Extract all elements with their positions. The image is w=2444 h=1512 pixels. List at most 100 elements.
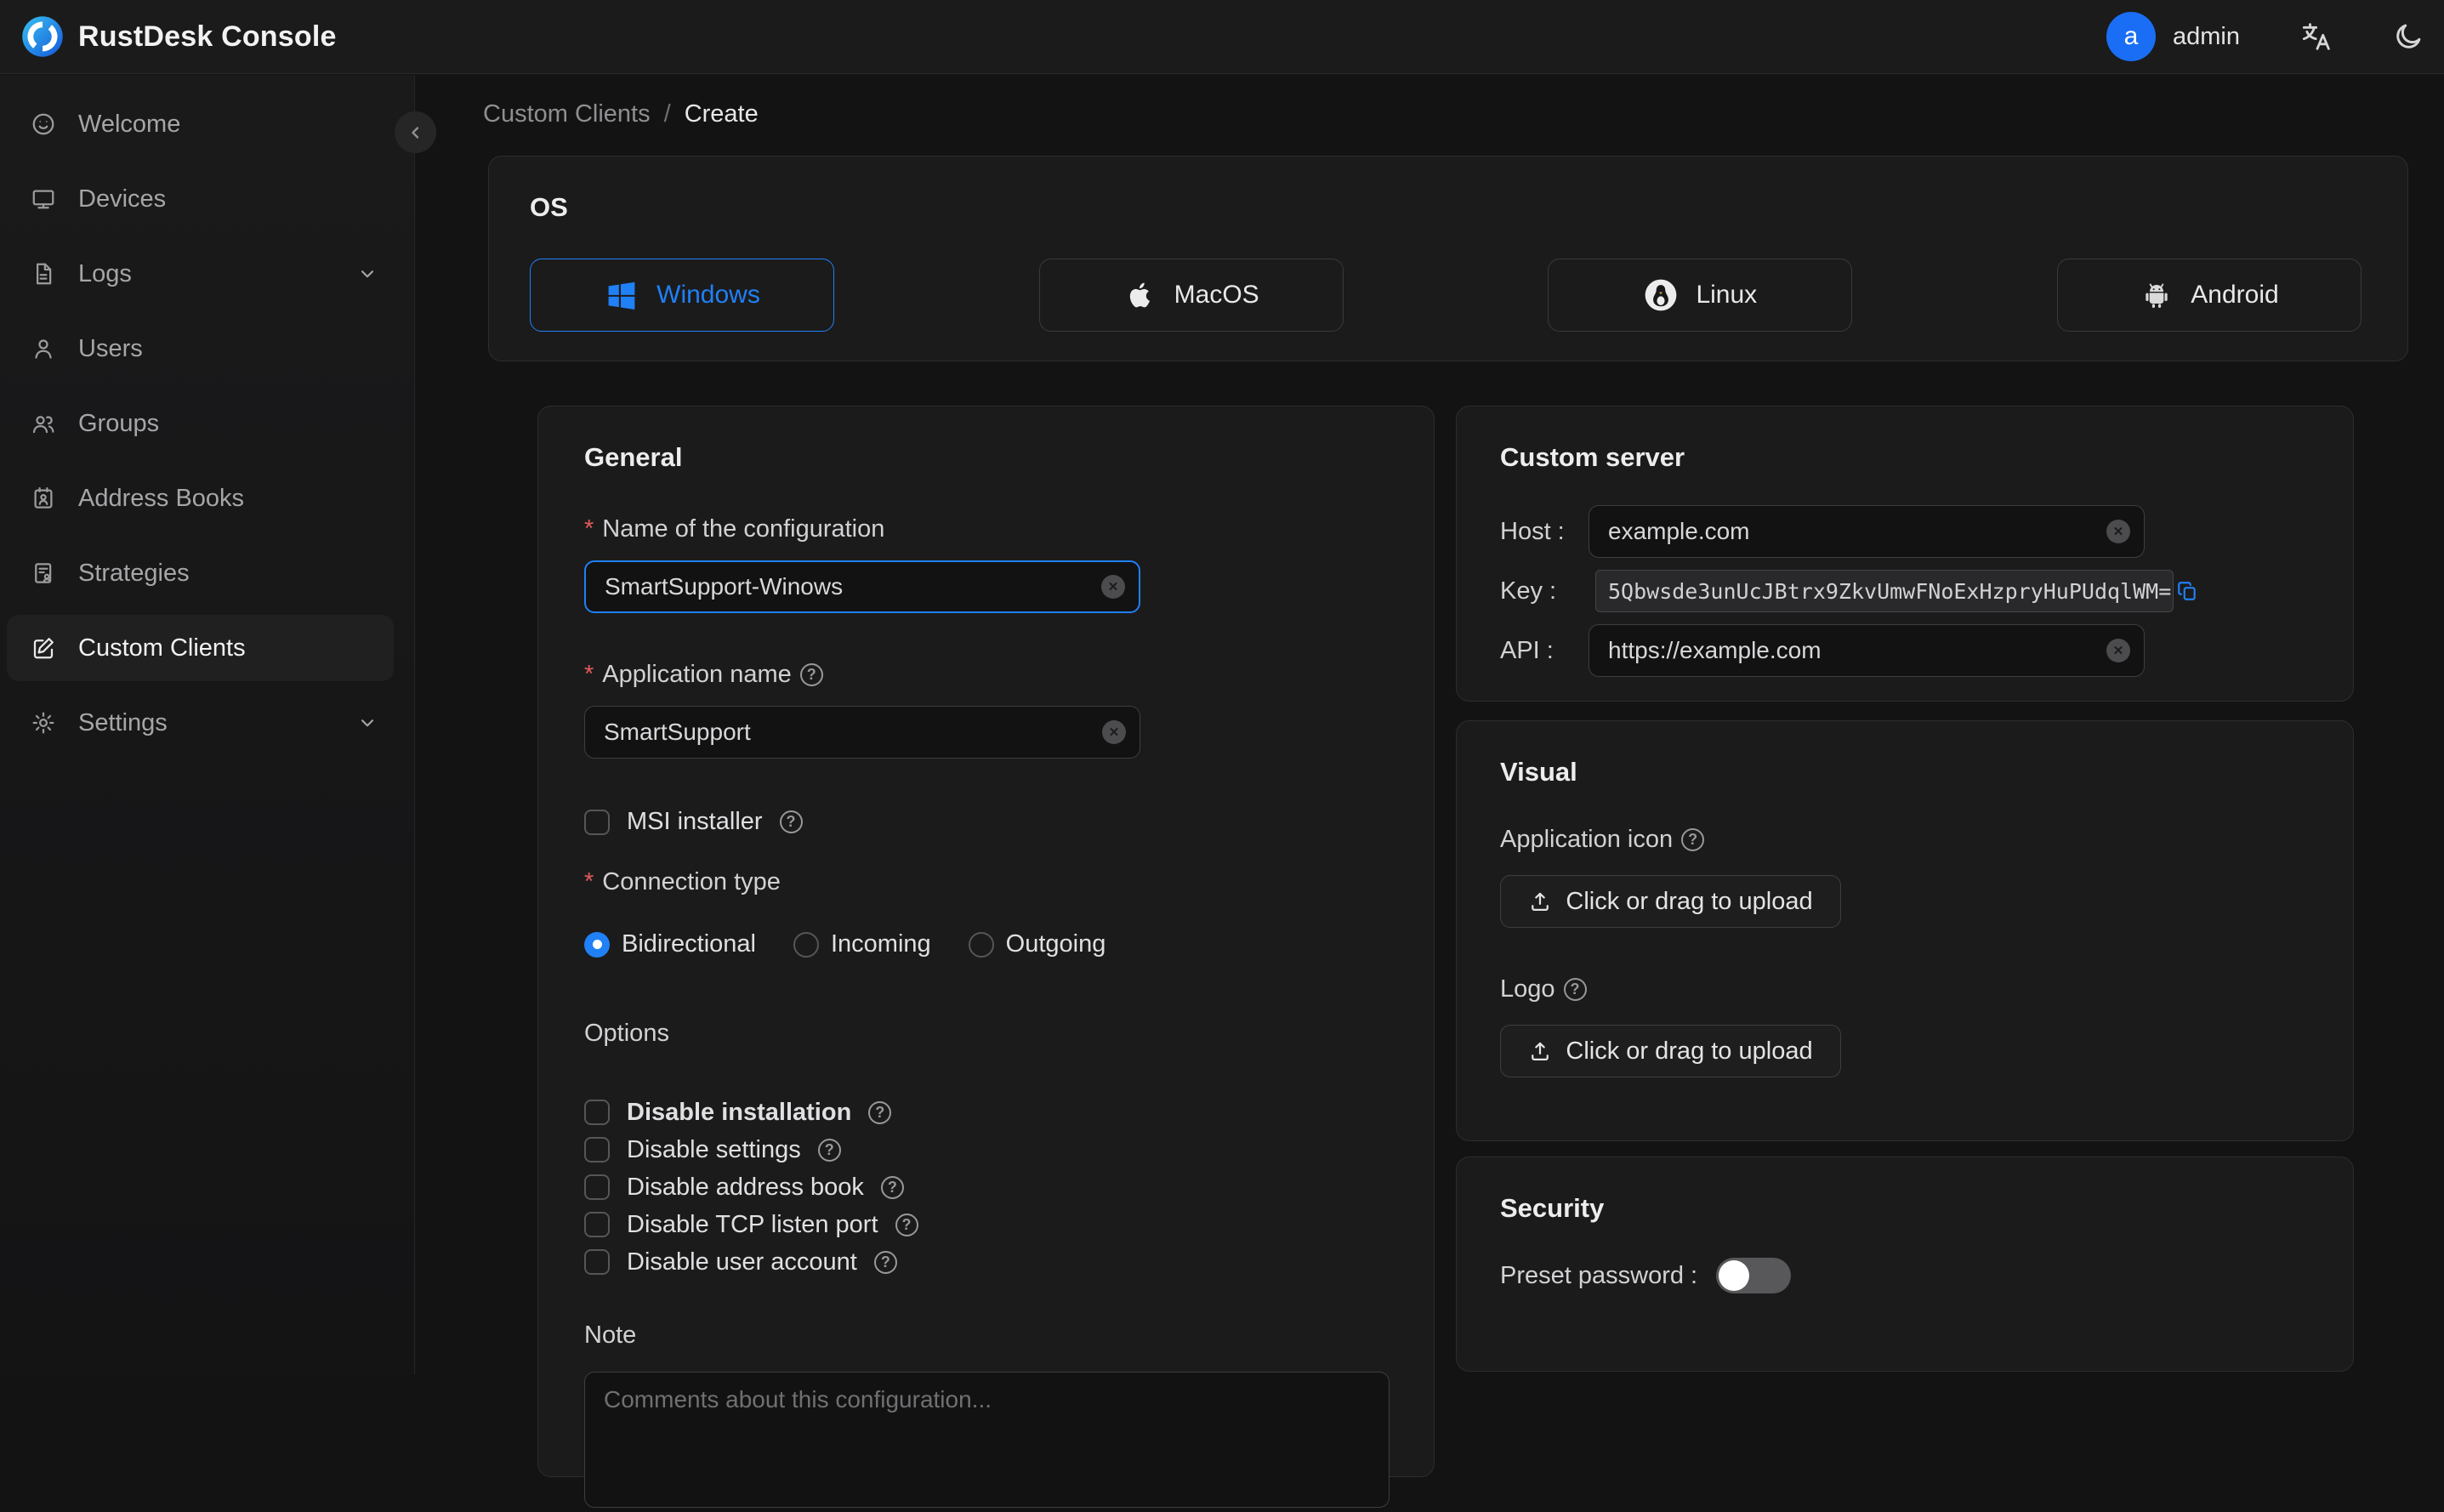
brand: RustDesk Console: [20, 14, 337, 59]
visual-card: Visual Application icon ? Click or drag …: [1456, 720, 2354, 1141]
api-row: API : ✕: [1500, 624, 2310, 677]
app-name-input[interactable]: [585, 707, 1140, 758]
edit-square-icon: [31, 635, 56, 661]
general-card-title: General: [584, 442, 683, 472]
help-icon[interactable]: ?: [868, 1100, 892, 1124]
sidebar-item-address-books[interactable]: Address Books: [7, 465, 394, 531]
smiley-icon: [31, 111, 56, 137]
general-card: General * Name of the configuration ✕ * …: [537, 406, 1435, 1508]
sidebar: Welcome Devices Logs Users Groups Addres…: [0, 75, 415, 1374]
sidebar-collapse-button[interactable]: [395, 111, 436, 153]
os-button-macos[interactable]: MacOS: [1038, 259, 1344, 332]
note-textarea[interactable]: [584, 1372, 1390, 1508]
option-disable-tcp-listen-port: Disable TCP listen port ?: [584, 1206, 1388, 1243]
msi-installer-row: MSI installer ?: [584, 808, 1388, 836]
radio-label[interactable]: Outgoing: [1006, 930, 1106, 958]
connection-type-options: Bidirectional Incoming Outgoing: [584, 930, 1388, 958]
sidebar-item-label: Welcome: [78, 110, 181, 138]
host-label: Host :: [1500, 517, 1565, 545]
connection-type-label: * Connection type: [584, 868, 781, 895]
logo-upload-button[interactable]: Click or drag to upload: [1500, 1025, 1841, 1077]
preset-password-label: Preset password :: [1500, 1261, 1698, 1289]
option-label: Disable TCP listen port: [627, 1210, 878, 1238]
help-icon[interactable]: ?: [895, 1213, 918, 1236]
upload-button-label: Click or drag to upload: [1566, 1037, 1813, 1065]
sidebar-item-users[interactable]: Users: [7, 315, 394, 382]
api-input[interactable]: [1589, 625, 2144, 676]
os-card: OS Windows MacOS Linux Android: [488, 156, 2408, 361]
clear-icon[interactable]: ✕: [2106, 520, 2130, 543]
help-icon[interactable]: ?: [1563, 978, 1587, 1001]
os-button-windows[interactable]: Windows: [530, 259, 834, 332]
required-marker: *: [584, 515, 594, 543]
sidebar-item-label: Settings: [78, 708, 168, 736]
chevron-down-icon[interactable]: [356, 712, 378, 734]
topbar: RustDesk Console a admin: [0, 0, 2444, 74]
host-input-wrap: ✕: [1589, 505, 2145, 558]
option-disable-address-book: Disable address book ?: [584, 1168, 1388, 1206]
upload-icon: [1528, 890, 1552, 913]
clear-icon[interactable]: ✕: [1101, 575, 1125, 599]
sidebar-item-strategies[interactable]: Strategies: [7, 540, 394, 606]
help-icon[interactable]: ?: [779, 810, 803, 833]
copy-icon[interactable]: [2176, 580, 2198, 602]
radio-bidirectional[interactable]: [584, 931, 610, 958]
user-avatar[interactable]: a: [2106, 12, 2156, 61]
app-title: RustDesk Console: [78, 20, 337, 53]
os-button-label: Linux: [1696, 281, 1758, 309]
visual-card-title: Visual: [1500, 757, 1577, 787]
upload-button-label: Click or drag to upload: [1566, 887, 1813, 915]
disable-tcp-listen-port-checkbox[interactable]: [584, 1212, 610, 1237]
breadcrumb-separator: /: [663, 100, 671, 128]
config-name-input[interactable]: [586, 562, 1139, 611]
disable-user-account-checkbox[interactable]: [584, 1249, 610, 1275]
gear-icon: [31, 710, 56, 736]
help-icon[interactable]: ?: [873, 1250, 897, 1274]
sidebar-item-label: Custom Clients: [78, 634, 246, 662]
avatar-letter: a: [2123, 22, 2139, 50]
os-button-label: MacOS: [1174, 281, 1259, 309]
os-button-android[interactable]: Android: [2056, 259, 2362, 332]
help-icon[interactable]: ?: [1681, 828, 1705, 851]
dark-mode-moon-icon[interactable]: [2393, 21, 2424, 52]
sidebar-item-welcome[interactable]: Welcome: [7, 91, 394, 157]
language-icon[interactable]: [2299, 20, 2333, 54]
option-disable-user-account: Disable user account ?: [584, 1243, 1388, 1281]
chevron-down-icon[interactable]: [356, 263, 378, 285]
disable-installation-checkbox[interactable]: [584, 1100, 610, 1125]
sidebar-item-logs[interactable]: Logs: [7, 241, 394, 307]
help-icon[interactable]: ?: [817, 1138, 841, 1162]
preset-password-toggle[interactable]: [1716, 1258, 1792, 1293]
radio-incoming[interactable]: [793, 931, 819, 958]
help-icon[interactable]: ?: [799, 663, 823, 686]
options-list: Disable installation ? Disable settings …: [584, 1094, 1388, 1281]
chevron-left-icon: [406, 122, 426, 143]
security-card: Security Preset password :: [1456, 1157, 2354, 1372]
custom-server-card: Custom server Host : ✕ Key : 5Qbwsde3unU…: [1456, 406, 2354, 702]
sidebar-item-settings[interactable]: Settings: [7, 690, 394, 756]
os-button-linux[interactable]: Linux: [1548, 259, 1853, 332]
radio-label[interactable]: Bidirectional: [622, 930, 756, 958]
application-icon-upload-button[interactable]: Click or drag to upload: [1500, 875, 1841, 928]
app-name-input-wrap: ✕: [584, 706, 1140, 759]
breadcrumb-parent[interactable]: Custom Clients: [483, 100, 651, 128]
clear-icon[interactable]: ✕: [2106, 639, 2130, 662]
monitor-icon: [31, 186, 56, 212]
host-input[interactable]: [1589, 506, 2144, 557]
disable-address-book-checkbox[interactable]: [584, 1174, 610, 1200]
sidebar-item-label: Groups: [78, 409, 160, 437]
radio-outgoing[interactable]: [968, 931, 994, 958]
topbar-right: a admin: [2106, 12, 2424, 61]
host-row: Host : ✕: [1500, 505, 2310, 558]
android-icon: [2140, 278, 2174, 312]
sidebar-item-custom-clients[interactable]: Custom Clients: [7, 615, 394, 681]
os-button-label: Android: [2191, 281, 2279, 309]
sidebar-item-devices[interactable]: Devices: [7, 166, 394, 232]
options-section-label: Options: [584, 1020, 669, 1047]
clear-icon[interactable]: ✕: [1102, 720, 1126, 744]
msi-installer-checkbox[interactable]: [584, 809, 610, 835]
help-icon[interactable]: ?: [880, 1175, 904, 1199]
radio-label[interactable]: Incoming: [831, 930, 931, 958]
sidebar-item-groups[interactable]: Groups: [7, 390, 394, 457]
disable-settings-checkbox[interactable]: [584, 1137, 610, 1162]
